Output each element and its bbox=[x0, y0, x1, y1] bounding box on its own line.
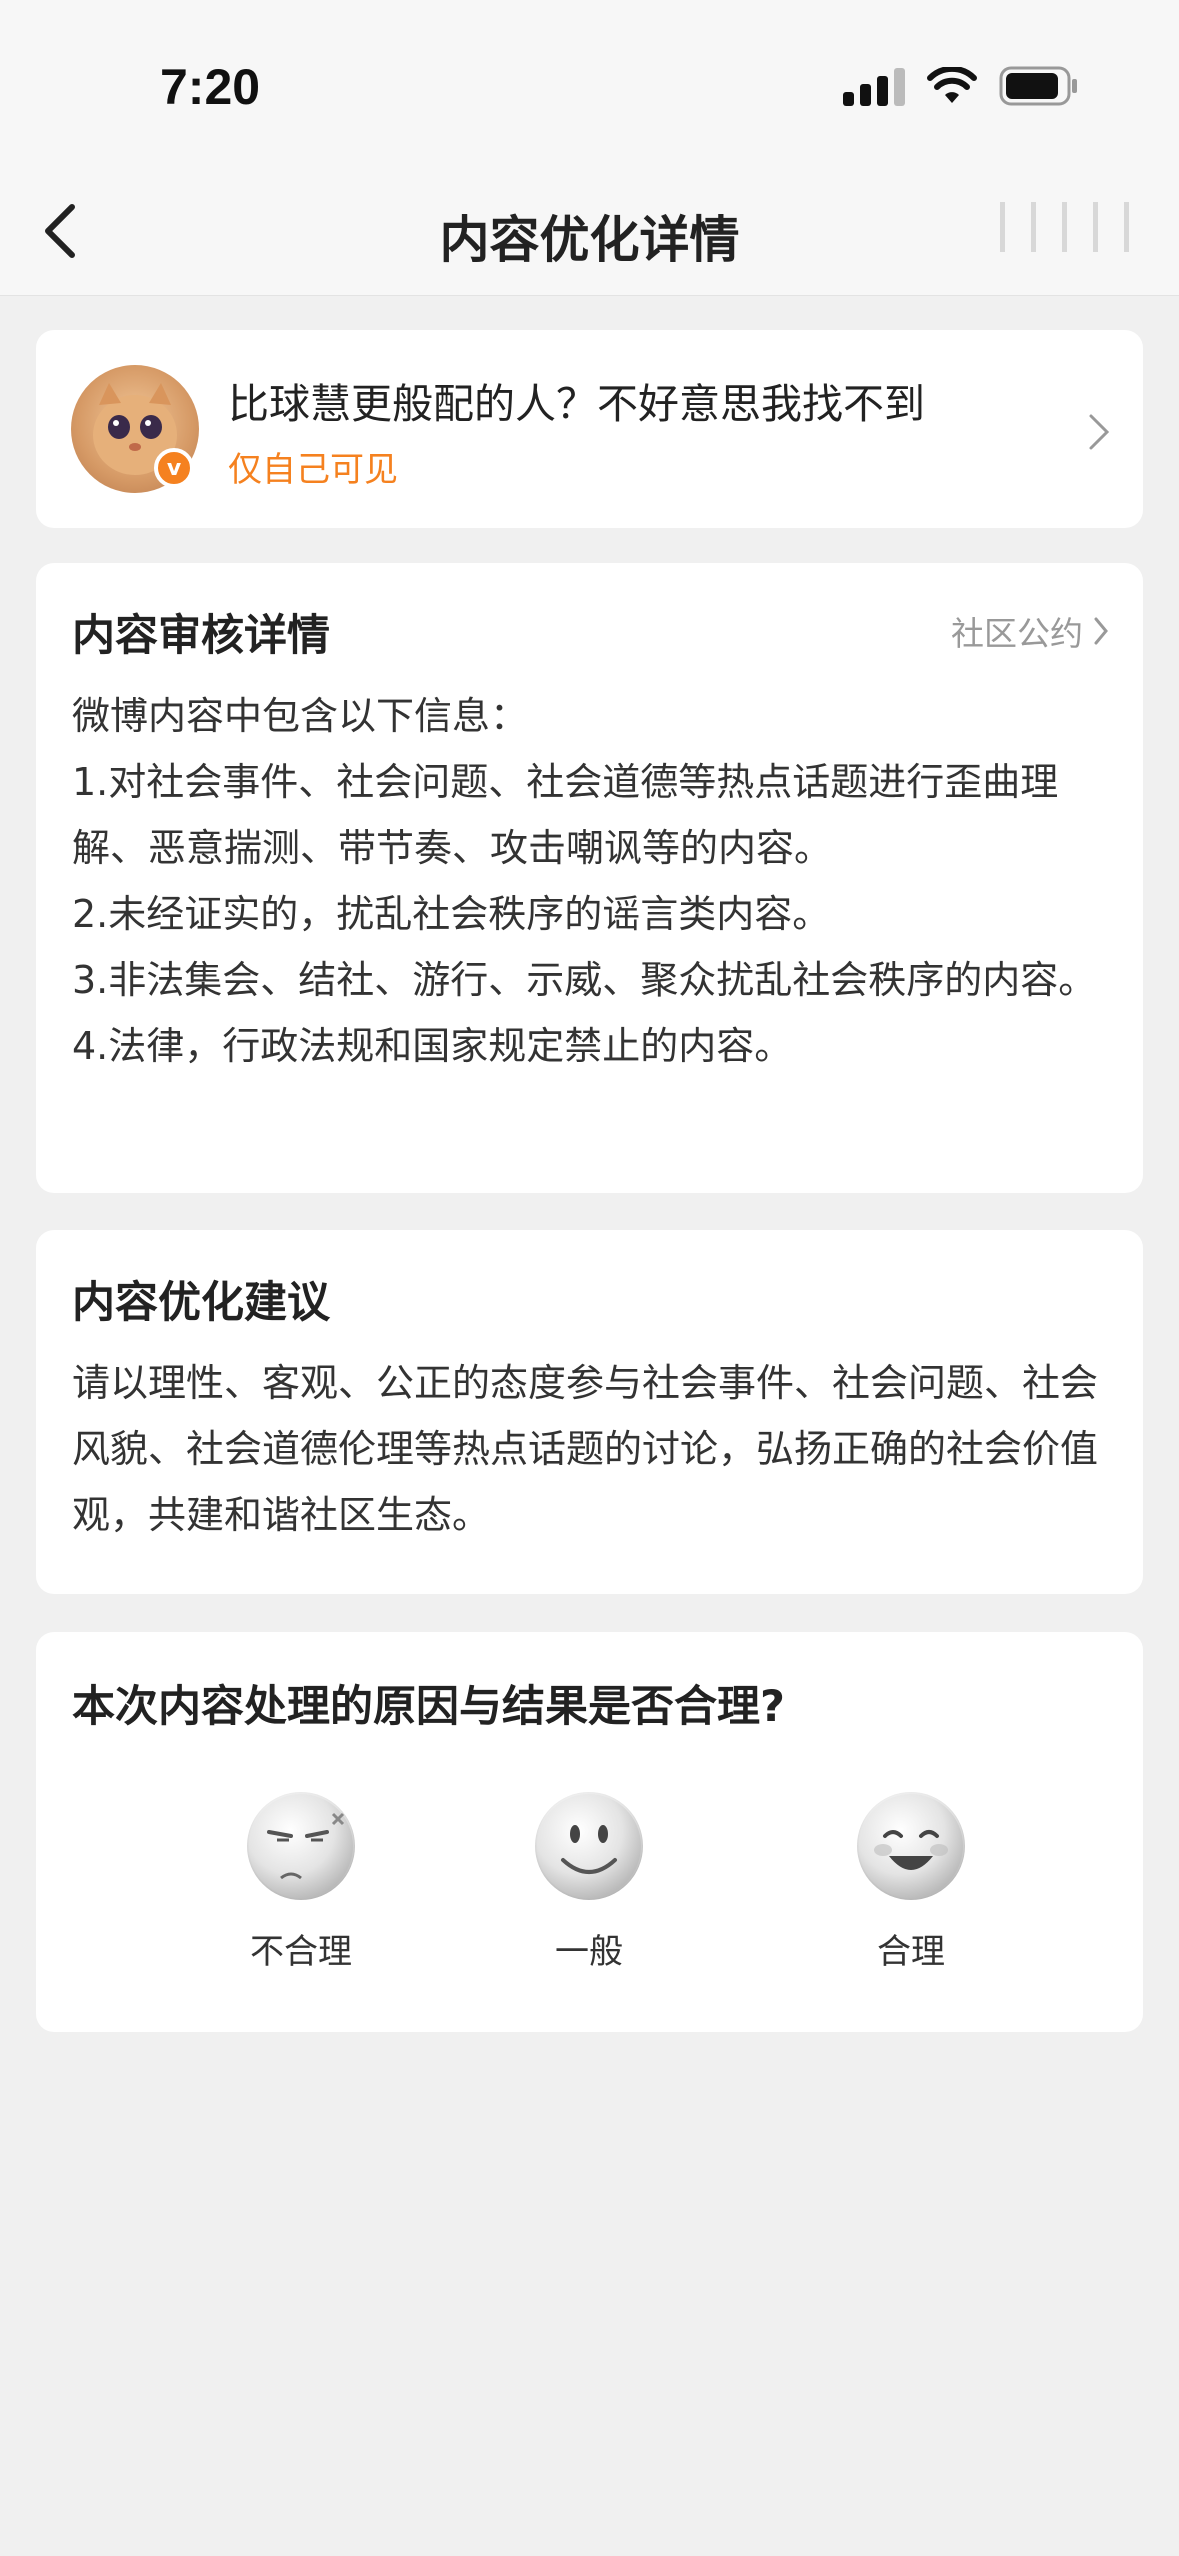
review-line: 2.未经证实的，扰乱社会秩序的谣言类内容。 bbox=[72, 892, 831, 936]
feedback-question: 本次内容处理的原因与结果是否合理? bbox=[72, 1682, 785, 1732]
happy-face-icon bbox=[857, 1792, 965, 1900]
feedback-card: 本次内容处理的原因与结果是否合理? 不合理 一般 合理 bbox=[36, 1632, 1143, 2032]
suggestion-text: 请以理性、客观、公正的态度参与社会事件、社会问题、社会风貌、社会道德伦理等热点话… bbox=[72, 1361, 1099, 1537]
feedback-option-reasonable[interactable]: 合理 bbox=[811, 1792, 1011, 1973]
review-line: 4.法律，行政法规和国家规定禁止的内容。 bbox=[72, 1024, 793, 1068]
feedback-option-unreasonable[interactable]: 不合理 bbox=[201, 1792, 401, 1973]
neutral-face-icon bbox=[535, 1792, 643, 1900]
optimization-suggestion-card: 内容优化建议 请以理性、客观、公正的态度参与社会事件、社会问题、社会风貌、社会道… bbox=[36, 1230, 1143, 1594]
post-visibility: 仅自己可见 bbox=[228, 450, 398, 490]
battery-icon bbox=[999, 66, 1077, 106]
feedback-option-label: 一般 bbox=[555, 1932, 623, 1972]
review-line: 3.非法集会、结社、游行、示威、聚众扰乱社会秩序的内容。 bbox=[72, 958, 1097, 1002]
review-line: 微博内容中包含以下信息： bbox=[72, 694, 529, 738]
review-body: 微博内容中包含以下信息： 1.对社会事件、社会问题、社会道德等热点话题进行歪曲理… bbox=[72, 683, 1107, 1079]
chevron-right-icon bbox=[1094, 617, 1108, 645]
feedback-option-label: 合理 bbox=[877, 1932, 945, 1972]
community-rules-label: 社区公约 bbox=[951, 614, 1083, 653]
status-bar: 7:20 bbox=[0, 0, 1179, 170]
suggestion-title: 内容优化建议 bbox=[72, 1278, 330, 1328]
nav-bar: 内容优化详情 bbox=[0, 170, 1179, 296]
cellular-signal-icon bbox=[843, 66, 905, 106]
verified-badge-icon: v bbox=[154, 448, 194, 488]
status-time: 7:20 bbox=[160, 59, 261, 115]
review-title: 内容审核详情 bbox=[72, 611, 330, 661]
feedback-option-label: 不合理 bbox=[250, 1932, 352, 1972]
community-rules-link[interactable]: 社区公约 bbox=[951, 607, 1109, 655]
wifi-icon bbox=[927, 67, 977, 103]
review-details-card: 内容审核详情 社区公约 微博内容中包含以下信息： 1.对社会事件、社会问题、社会… bbox=[36, 563, 1143, 1193]
nav-decoration bbox=[1000, 202, 1129, 252]
status-icons bbox=[843, 66, 1079, 106]
chevron-right-icon bbox=[1089, 414, 1110, 450]
post-text: 比球慧更般配的人？不好意思我找不到 bbox=[228, 380, 925, 428]
review-line: 1.对社会事件、社会问题、社会道德等热点话题进行歪曲理解、恶意揣测、带节奏、攻击… bbox=[72, 760, 1059, 870]
feedback-option-average[interactable]: 一般 bbox=[489, 1792, 689, 1973]
post-card[interactable]: v 比球慧更般配的人？不好意思我找不到 仅自己可见 bbox=[36, 330, 1143, 528]
angry-face-icon bbox=[247, 1792, 355, 1900]
